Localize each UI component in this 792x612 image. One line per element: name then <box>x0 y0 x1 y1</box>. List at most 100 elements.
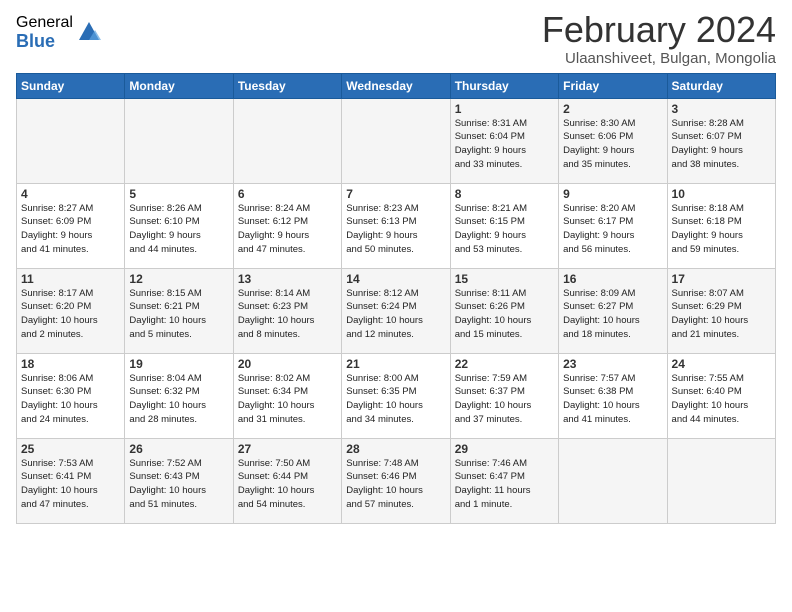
calendar-week-4: 18Sunrise: 8:06 AM Sunset: 6:30 PM Dayli… <box>17 353 776 438</box>
day-number: 17 <box>672 272 771 286</box>
calendar-week-2: 4Sunrise: 8:27 AM Sunset: 6:09 PM Daylig… <box>17 183 776 268</box>
calendar-cell <box>233 98 341 183</box>
calendar-cell: 24Sunrise: 7:55 AM Sunset: 6:40 PM Dayli… <box>667 353 775 438</box>
header-wednesday: Wednesday <box>342 73 450 98</box>
day-info: Sunrise: 7:52 AM Sunset: 6:43 PM Dayligh… <box>129 457 228 512</box>
header-monday: Monday <box>125 73 233 98</box>
calendar-cell: 20Sunrise: 8:02 AM Sunset: 6:34 PM Dayli… <box>233 353 341 438</box>
day-number: 16 <box>563 272 662 286</box>
header-sunday: Sunday <box>17 73 125 98</box>
day-number: 7 <box>346 187 445 201</box>
logo: General Blue <box>16 14 103 51</box>
day-number: 1 <box>455 102 554 116</box>
calendar-cell: 17Sunrise: 8:07 AM Sunset: 6:29 PM Dayli… <box>667 268 775 353</box>
day-number: 15 <box>455 272 554 286</box>
day-info: Sunrise: 8:21 AM Sunset: 6:15 PM Dayligh… <box>455 202 554 257</box>
calendar-cell: 6Sunrise: 8:24 AM Sunset: 6:12 PM Daylig… <box>233 183 341 268</box>
calendar-cell: 2Sunrise: 8:30 AM Sunset: 6:06 PM Daylig… <box>559 98 667 183</box>
logo-blue: Blue <box>16 32 73 52</box>
day-info: Sunrise: 8:17 AM Sunset: 6:20 PM Dayligh… <box>21 287 120 342</box>
day-number: 5 <box>129 187 228 201</box>
day-number: 19 <box>129 357 228 371</box>
day-info: Sunrise: 8:31 AM Sunset: 6:04 PM Dayligh… <box>455 117 554 172</box>
calendar-week-5: 25Sunrise: 7:53 AM Sunset: 6:41 PM Dayli… <box>17 438 776 523</box>
calendar-header: Sunday Monday Tuesday Wednesday Thursday… <box>17 73 776 98</box>
calendar-cell: 1Sunrise: 8:31 AM Sunset: 6:04 PM Daylig… <box>450 98 558 183</box>
day-info: Sunrise: 8:20 AM Sunset: 6:17 PM Dayligh… <box>563 202 662 257</box>
day-number: 11 <box>21 272 120 286</box>
day-number: 20 <box>238 357 337 371</box>
calendar-cell: 12Sunrise: 8:15 AM Sunset: 6:21 PM Dayli… <box>125 268 233 353</box>
day-info: Sunrise: 8:24 AM Sunset: 6:12 PM Dayligh… <box>238 202 337 257</box>
calendar-cell: 15Sunrise: 8:11 AM Sunset: 6:26 PM Dayli… <box>450 268 558 353</box>
day-info: Sunrise: 8:12 AM Sunset: 6:24 PM Dayligh… <box>346 287 445 342</box>
day-info: Sunrise: 8:27 AM Sunset: 6:09 PM Dayligh… <box>21 202 120 257</box>
title-block: February 2024 Ulaanshiveet, Bulgan, Mong… <box>542 10 776 67</box>
calendar-cell: 3Sunrise: 8:28 AM Sunset: 6:07 PM Daylig… <box>667 98 775 183</box>
calendar-cell: 10Sunrise: 8:18 AM Sunset: 6:18 PM Dayli… <box>667 183 775 268</box>
day-info: Sunrise: 8:02 AM Sunset: 6:34 PM Dayligh… <box>238 372 337 427</box>
calendar-cell: 13Sunrise: 8:14 AM Sunset: 6:23 PM Dayli… <box>233 268 341 353</box>
header-thursday: Thursday <box>450 73 558 98</box>
day-number: 18 <box>21 357 120 371</box>
calendar-table: Sunday Monday Tuesday Wednesday Thursday… <box>16 73 776 524</box>
weekday-row: Sunday Monday Tuesday Wednesday Thursday… <box>17 73 776 98</box>
calendar-cell: 29Sunrise: 7:46 AM Sunset: 6:47 PM Dayli… <box>450 438 558 523</box>
calendar-cell: 21Sunrise: 8:00 AM Sunset: 6:35 PM Dayli… <box>342 353 450 438</box>
header-tuesday: Tuesday <box>233 73 341 98</box>
calendar-cell: 28Sunrise: 7:48 AM Sunset: 6:46 PM Dayli… <box>342 438 450 523</box>
day-number: 14 <box>346 272 445 286</box>
day-info: Sunrise: 7:55 AM Sunset: 6:40 PM Dayligh… <box>672 372 771 427</box>
day-number: 13 <box>238 272 337 286</box>
day-number: 24 <box>672 357 771 371</box>
day-info: Sunrise: 8:15 AM Sunset: 6:21 PM Dayligh… <box>129 287 228 342</box>
calendar-cell <box>667 438 775 523</box>
day-number: 9 <box>563 187 662 201</box>
page: General Blue February 2024 Ulaanshiveet,… <box>0 0 792 612</box>
day-info: Sunrise: 8:23 AM Sunset: 6:13 PM Dayligh… <box>346 202 445 257</box>
calendar-cell: 26Sunrise: 7:52 AM Sunset: 6:43 PM Dayli… <box>125 438 233 523</box>
day-number: 12 <box>129 272 228 286</box>
day-number: 26 <box>129 442 228 456</box>
header-saturday: Saturday <box>667 73 775 98</box>
calendar-cell: 11Sunrise: 8:17 AM Sunset: 6:20 PM Dayli… <box>17 268 125 353</box>
day-info: Sunrise: 8:00 AM Sunset: 6:35 PM Dayligh… <box>346 372 445 427</box>
calendar-cell <box>559 438 667 523</box>
calendar-cell: 16Sunrise: 8:09 AM Sunset: 6:27 PM Dayli… <box>559 268 667 353</box>
day-number: 6 <box>238 187 337 201</box>
day-info: Sunrise: 8:30 AM Sunset: 6:06 PM Dayligh… <box>563 117 662 172</box>
day-number: 22 <box>455 357 554 371</box>
day-number: 23 <box>563 357 662 371</box>
calendar-cell: 22Sunrise: 7:59 AM Sunset: 6:37 PM Dayli… <box>450 353 558 438</box>
calendar-cell: 19Sunrise: 8:04 AM Sunset: 6:32 PM Dayli… <box>125 353 233 438</box>
calendar-body: 1Sunrise: 8:31 AM Sunset: 6:04 PM Daylig… <box>17 98 776 523</box>
logo-icon <box>75 18 103 46</box>
calendar-week-1: 1Sunrise: 8:31 AM Sunset: 6:04 PM Daylig… <box>17 98 776 183</box>
calendar-cell: 23Sunrise: 7:57 AM Sunset: 6:38 PM Dayli… <box>559 353 667 438</box>
day-number: 27 <box>238 442 337 456</box>
calendar-week-3: 11Sunrise: 8:17 AM Sunset: 6:20 PM Dayli… <box>17 268 776 353</box>
day-number: 10 <box>672 187 771 201</box>
day-number: 28 <box>346 442 445 456</box>
day-info: Sunrise: 8:06 AM Sunset: 6:30 PM Dayligh… <box>21 372 120 427</box>
calendar-cell: 27Sunrise: 7:50 AM Sunset: 6:44 PM Dayli… <box>233 438 341 523</box>
calendar-cell: 18Sunrise: 8:06 AM Sunset: 6:30 PM Dayli… <box>17 353 125 438</box>
day-info: Sunrise: 7:50 AM Sunset: 6:44 PM Dayligh… <box>238 457 337 512</box>
day-info: Sunrise: 8:07 AM Sunset: 6:29 PM Dayligh… <box>672 287 771 342</box>
header: General Blue February 2024 Ulaanshiveet,… <box>16 10 776 67</box>
day-info: Sunrise: 8:18 AM Sunset: 6:18 PM Dayligh… <box>672 202 771 257</box>
logo-text: General Blue <box>16 14 73 51</box>
day-number: 21 <box>346 357 445 371</box>
day-info: Sunrise: 7:48 AM Sunset: 6:46 PM Dayligh… <box>346 457 445 512</box>
subtitle: Ulaanshiveet, Bulgan, Mongolia <box>542 50 776 67</box>
day-number: 3 <box>672 102 771 116</box>
calendar-cell: 7Sunrise: 8:23 AM Sunset: 6:13 PM Daylig… <box>342 183 450 268</box>
calendar-cell: 25Sunrise: 7:53 AM Sunset: 6:41 PM Dayli… <box>17 438 125 523</box>
calendar-cell: 9Sunrise: 8:20 AM Sunset: 6:17 PM Daylig… <box>559 183 667 268</box>
day-info: Sunrise: 8:28 AM Sunset: 6:07 PM Dayligh… <box>672 117 771 172</box>
month-title: February 2024 <box>542 10 776 50</box>
logo-general: General <box>16 14 73 32</box>
calendar-cell: 8Sunrise: 8:21 AM Sunset: 6:15 PM Daylig… <box>450 183 558 268</box>
day-info: Sunrise: 7:57 AM Sunset: 6:38 PM Dayligh… <box>563 372 662 427</box>
calendar-cell: 5Sunrise: 8:26 AM Sunset: 6:10 PM Daylig… <box>125 183 233 268</box>
